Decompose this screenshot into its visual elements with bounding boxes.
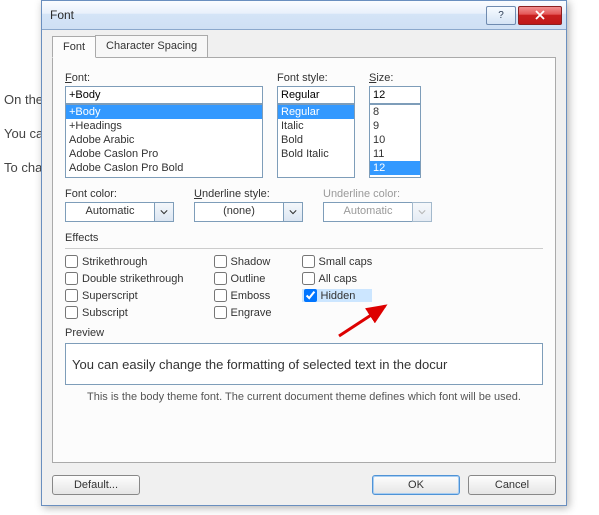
ok-button[interactable]: OK <box>372 475 460 495</box>
list-item[interactable]: +Body <box>66 105 262 119</box>
underline-color-combo: Automatic <box>323 202 432 222</box>
tab-strip: Font Character Spacing <box>52 35 556 57</box>
shadow-checkbox[interactable]: Shadow <box>214 255 272 268</box>
tab-panel-font: Font: +Body +Headings Adobe Arabic Adobe… <box>52 57 556 463</box>
size-label: Size: <box>369 72 421 84</box>
chevron-down-icon <box>412 202 432 222</box>
double-strikethrough-checkbox[interactable]: Double strikethrough <box>65 272 184 285</box>
list-item[interactable]: +Headings <box>66 119 262 133</box>
font-list[interactable]: +Body +Headings Adobe Arabic Adobe Caslo… <box>65 104 263 178</box>
preview-note: This is the body theme font. The current… <box>65 391 543 403</box>
underline-style-combo[interactable]: (none) <box>194 202 303 222</box>
list-item[interactable]: 11 <box>370 147 420 161</box>
help-button[interactable]: ? <box>486 6 516 25</box>
font-color-combo[interactable]: Automatic <box>65 202 174 222</box>
font-style-label: Font style: <box>277 72 355 84</box>
emboss-checkbox[interactable]: Emboss <box>214 289 272 302</box>
underline-style-label: Underline style: <box>194 188 303 200</box>
size-input[interactable] <box>369 86 421 104</box>
engrave-checkbox[interactable]: Engrave <box>214 306 272 319</box>
list-item[interactable]: Bold Italic <box>278 147 354 161</box>
size-list[interactable]: 8 9 10 11 12 <box>369 104 421 178</box>
list-item[interactable]: 8 <box>370 105 420 119</box>
font-label: Font: <box>65 72 263 84</box>
list-item[interactable]: 10 <box>370 133 420 147</box>
font-style-list[interactable]: Regular Italic Bold Bold Italic <box>277 104 355 178</box>
subscript-checkbox[interactable]: Subscript <box>65 306 184 319</box>
default-button[interactable]: Default... <box>52 475 140 495</box>
underline-color-label: Underline color: <box>323 188 432 200</box>
preview-label: Preview <box>65 327 543 339</box>
font-dialog: Font ? Font Character Spacing Font: +Bod… <box>41 0 567 506</box>
font-style-input[interactable] <box>277 86 355 104</box>
outline-checkbox[interactable]: Outline <box>214 272 272 285</box>
close-icon <box>535 10 545 20</box>
effects-label: Effects <box>65 232 543 244</box>
all-caps-checkbox[interactable]: All caps <box>302 272 373 285</box>
chevron-down-icon[interactable] <box>283 202 303 222</box>
small-caps-checkbox[interactable]: Small caps <box>302 255 373 268</box>
superscript-checkbox[interactable]: Superscript <box>65 289 184 302</box>
list-item[interactable]: 12 <box>370 161 420 175</box>
font-input[interactable] <box>65 86 263 104</box>
strikethrough-checkbox[interactable]: Strikethrough <box>65 255 184 268</box>
tab-font[interactable]: Font <box>52 36 96 58</box>
close-button[interactable] <box>518 6 562 25</box>
list-item[interactable]: Adobe Arabic <box>66 133 262 147</box>
dialog-title: Font <box>50 8 484 22</box>
preview-box: You can easily change the formatting of … <box>65 343 543 385</box>
cancel-button[interactable]: Cancel <box>468 475 556 495</box>
annotation-arrow <box>335 300 395 340</box>
list-item[interactable]: Italic <box>278 119 354 133</box>
list-item[interactable]: 9 <box>370 119 420 133</box>
list-item[interactable]: Adobe Caslon Pro Bold <box>66 161 262 175</box>
dialog-button-row: Default... OK Cancel <box>52 475 556 495</box>
list-item[interactable]: Adobe Caslon Pro <box>66 147 262 161</box>
titlebar[interactable]: Font ? <box>42 1 566 30</box>
font-color-label: Font color: <box>65 188 174 200</box>
tab-character-spacing[interactable]: Character Spacing <box>95 35 208 57</box>
list-item[interactable]: Bold <box>278 133 354 147</box>
list-item[interactable]: Regular <box>278 105 354 119</box>
chevron-down-icon[interactable] <box>154 202 174 222</box>
effects-group: Strikethrough Double strikethrough Super… <box>65 248 543 319</box>
